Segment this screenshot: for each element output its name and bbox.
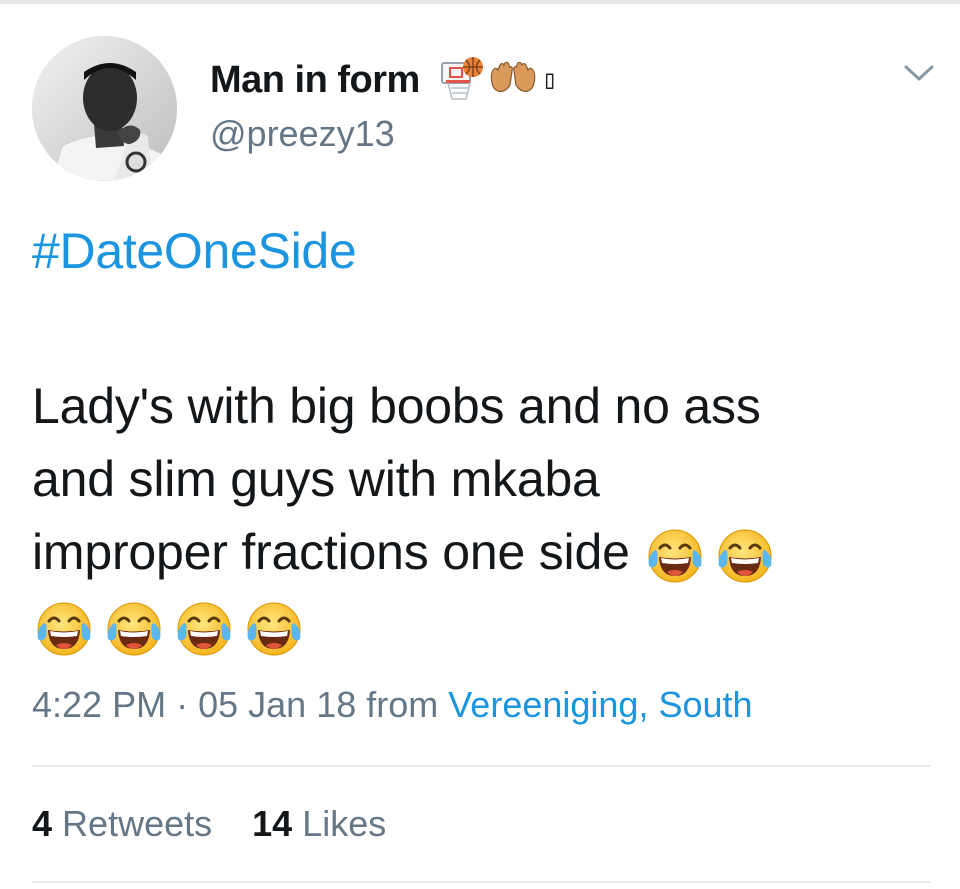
tweet-time[interactable]: 4:22 PM (32, 684, 166, 725)
face-with-tears-of-joy-icon (643, 524, 707, 588)
tweet-stats: 4 Retweets 14 Likes (32, 803, 386, 845)
avatar[interactable] (32, 36, 177, 181)
tweet-text-line-with-emoji: improper fractions one side (32, 516, 932, 589)
joy-emoji-group (643, 524, 777, 588)
name-emojis: ▯ (440, 55, 558, 106)
display-name-row: Man in form ▯ (210, 56, 557, 102)
face-with-tears-of-joy-icon (102, 597, 166, 661)
basketball-hoop-icon (440, 55, 486, 106)
tweet-text: Lady's with big boobs and no ass and sli… (32, 370, 932, 662)
user-handle[interactable]: @preezy13 (210, 113, 395, 155)
missing-glyph-icon: ▯ (541, 65, 558, 95)
likes-stat[interactable]: 14 Likes (252, 803, 386, 845)
likes-label: Likes (302, 803, 387, 844)
divider (32, 765, 930, 767)
display-name[interactable]: Man in form (210, 59, 420, 102)
retweets-count: 4 (32, 803, 53, 844)
face-with-tears-of-joy-icon (713, 524, 777, 588)
face-with-tears-of-joy-icon (242, 597, 306, 661)
chevron-down-icon[interactable] (902, 58, 936, 88)
tweet-card: Man in form ▯ @preezy13 #DateOneSide Lad… (0, 0, 960, 889)
emoji-line (32, 589, 932, 662)
face-with-tears-of-joy-icon (172, 597, 236, 661)
tweet-text-line: and slim guys with mkaba (32, 451, 600, 507)
likes-count: 14 (252, 803, 293, 844)
meta-separator: · (176, 684, 189, 725)
tweet-date[interactable]: 05 Jan 18 (198, 684, 356, 725)
divider (32, 881, 930, 883)
tweet-text-line: Lady's with big boobs and no ass (32, 378, 761, 434)
avatar-photo (32, 36, 177, 181)
tweet-metadata: 4:22 PM · 05 Jan 18 from Vereeniging, So… (32, 684, 753, 726)
location-link[interactable]: Vereeniging, South (448, 684, 752, 725)
tweet-text-line: improper fractions one side (32, 524, 630, 580)
hashtag-link[interactable]: #DateOneSide (32, 222, 357, 280)
retweets-label: Retweets (62, 803, 213, 844)
joy-emoji-group (32, 597, 306, 661)
retweets-stat[interactable]: 4 Retweets (32, 803, 212, 845)
raised-hands-icon (488, 61, 538, 100)
face-with-tears-of-joy-icon (32, 597, 96, 661)
from-label: from (366, 684, 439, 725)
